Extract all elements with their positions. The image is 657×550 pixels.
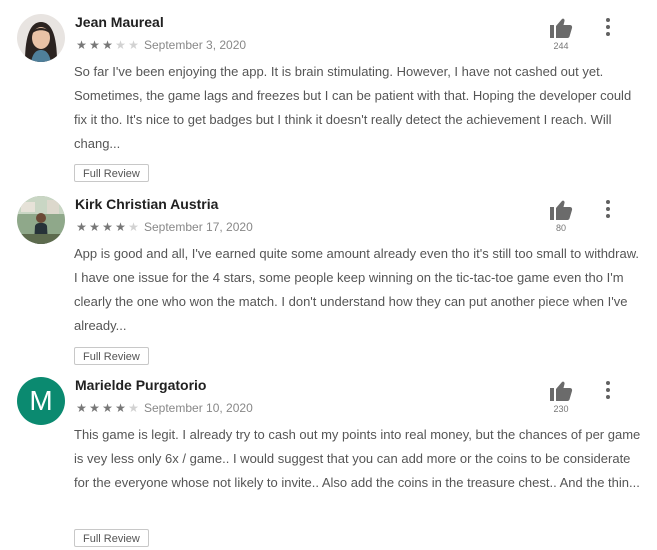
star-icon: ★ bbox=[128, 401, 139, 415]
star-icon: ★ bbox=[89, 401, 100, 415]
star-icon: ★ bbox=[115, 401, 126, 415]
star-icon: ★ bbox=[76, 220, 87, 234]
star-icon: ★ bbox=[115, 38, 126, 52]
star-icon: ★ bbox=[128, 38, 139, 52]
like-count: 230 bbox=[553, 404, 569, 414]
review-meta: ★ ★ ★ ★ ★ September 3, 2020 bbox=[75, 38, 246, 52]
review-date: September 17, 2020 bbox=[144, 220, 253, 234]
star-icon: ★ bbox=[89, 38, 100, 52]
more-options-button[interactable] bbox=[600, 379, 616, 401]
more-vert-icon bbox=[606, 200, 610, 204]
review-date: September 3, 2020 bbox=[144, 38, 247, 52]
helpful-button[interactable]: 244 bbox=[547, 17, 575, 51]
review-meta: ★ ★ ★ ★ ★ September 17, 2020 bbox=[75, 220, 253, 234]
avatar[interactable] bbox=[17, 196, 65, 244]
review-meta: ★ ★ ★ ★ ★ September 10, 2020 bbox=[75, 401, 253, 415]
helpful-button[interactable]: 80 bbox=[547, 199, 575, 233]
thumbs-up-icon bbox=[550, 381, 573, 401]
avatar[interactable]: M bbox=[17, 377, 65, 425]
star-icon: ★ bbox=[102, 401, 113, 415]
thumbs-up-icon bbox=[550, 18, 573, 38]
more-vert-icon bbox=[606, 381, 610, 385]
star-icon: ★ bbox=[115, 220, 126, 234]
star-icon: ★ bbox=[89, 220, 100, 234]
like-count: 244 bbox=[553, 41, 569, 51]
reviewer-name: Kirk Christian Austria bbox=[75, 196, 219, 212]
helpful-button[interactable]: 230 bbox=[547, 380, 575, 414]
star-rating: ★ ★ ★ ★ ★ bbox=[75, 221, 140, 233]
star-icon: ★ bbox=[76, 38, 87, 52]
review-date: September 10, 2020 bbox=[144, 401, 253, 415]
more-options-button[interactable] bbox=[600, 198, 616, 220]
review-text: So far I've been enjoying the app. It is… bbox=[74, 64, 632, 151]
user-photo-icon bbox=[17, 14, 65, 62]
star-icon: ★ bbox=[76, 401, 87, 415]
avatar[interactable] bbox=[17, 14, 65, 62]
star-icon: ★ bbox=[128, 220, 139, 234]
review-text: This game is legit. I already try to cas… bbox=[74, 427, 641, 490]
star-icon: ★ bbox=[102, 220, 113, 234]
full-review-button[interactable]: Full Review bbox=[74, 529, 149, 547]
review-text: App is good and all, I've earned quite s… bbox=[74, 246, 639, 333]
more-options-button[interactable] bbox=[600, 16, 616, 38]
thumbs-up-icon bbox=[550, 200, 573, 220]
full-review-button[interactable]: Full Review bbox=[74, 347, 149, 365]
more-vert-icon bbox=[606, 18, 610, 22]
star-rating: ★ ★ ★ ★ ★ bbox=[75, 39, 140, 51]
full-review-button[interactable]: Full Review bbox=[74, 164, 149, 182]
user-photo-icon bbox=[17, 196, 65, 244]
reviewer-name: Marielde Purgatorio bbox=[75, 377, 207, 393]
star-icon: ★ bbox=[102, 38, 113, 52]
like-count: 80 bbox=[555, 223, 566, 233]
star-rating: ★ ★ ★ ★ ★ bbox=[75, 402, 140, 414]
avatar-letter: M bbox=[29, 385, 53, 416]
reviewer-name: Jean Maureal bbox=[75, 14, 164, 30]
